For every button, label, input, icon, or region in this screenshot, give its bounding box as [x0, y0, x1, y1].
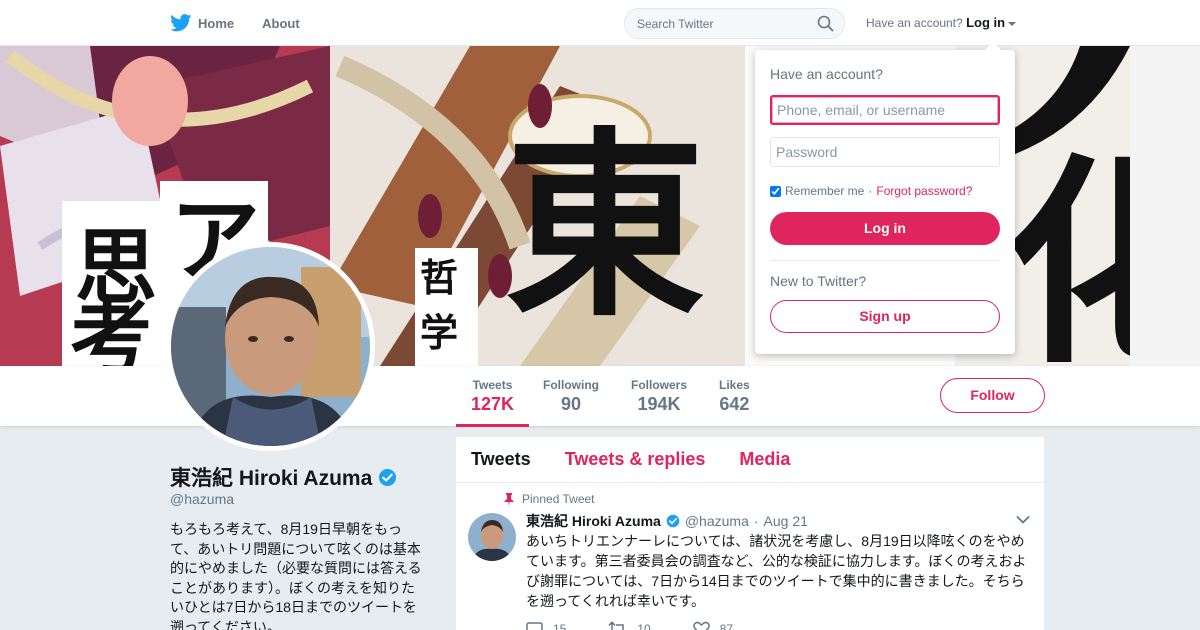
stat-value: 127K: [471, 394, 515, 414]
remember-separator: ·: [868, 184, 873, 198]
profile-avatar[interactable]: [166, 242, 375, 451]
nav-home-label: Home: [198, 15, 235, 31]
tab-media[interactable]: Media: [739, 449, 790, 470]
profile-handle[interactable]: @hazuma: [170, 491, 234, 507]
tab-tweets-replies[interactable]: Tweets & replies: [565, 449, 706, 470]
reply-button[interactable]: 15: [526, 621, 566, 630]
tweet-date[interactable]: Aug 21: [764, 513, 808, 529]
twitter-bird-icon: [170, 14, 192, 32]
banner-char-azuma: 東: [505, 111, 705, 344]
nav-links: Home About: [170, 0, 300, 46]
tweet-separator: ·: [753, 513, 759, 529]
top-navigation-bar: Home About Search Twitter Have an accoun…: [0, 0, 1200, 46]
follow-button[interactable]: Follow: [940, 378, 1045, 413]
stat-value: 194K: [637, 394, 681, 414]
pin-icon: [504, 492, 514, 506]
nav-about-link[interactable]: About: [262, 16, 300, 31]
forgot-password-link[interactable]: Forgot password?: [876, 184, 972, 198]
profile-name-text: 東浩紀 Hiroki Azuma: [170, 467, 373, 490]
like-button[interactable]: 87: [692, 621, 734, 630]
login-dropdown: Have an account? Remember me · Forgot pa…: [755, 42, 1015, 354]
stat-value: 90: [560, 394, 582, 414]
tweet-text: あいちトリエンナーレについては、諸状況を考慮し、8月19日以降呟くのをやめていま…: [526, 533, 1027, 609]
tweet-header: 東浩紀 Hiroki Azuma @hazuma · Aug 21: [526, 511, 1036, 531]
search-box[interactable]: Search Twitter: [624, 8, 845, 39]
heart-icon: [692, 621, 710, 630]
retweet-icon: [608, 621, 625, 630]
tweet-avatar[interactable]: [468, 513, 516, 561]
tweet-author-name[interactable]: 東浩紀 Hiroki Azuma: [526, 511, 661, 531]
retweet-count: 10: [637, 621, 651, 630]
verified-badge-icon: [666, 514, 680, 528]
timeline: Tweets Tweets & replies Media Pinned Twe…: [456, 437, 1044, 630]
profile-name: 東浩紀 Hiroki Azuma: [170, 462, 397, 492]
pinned-tweet-label: Pinned Tweet: [522, 492, 595, 506]
remember-me-checkbox[interactable]: [770, 185, 781, 197]
stat-tweets[interactable]: Tweets 127K: [455, 378, 530, 427]
stat-label: Following: [543, 378, 599, 392]
username-field[interactable]: [770, 95, 1000, 125]
stat-label: Likes: [719, 378, 750, 392]
verified-badge-icon: [379, 468, 397, 486]
timeline-tabs: Tweets Tweets & replies Media: [456, 437, 1044, 483]
banner-char-gaku: 学: [420, 311, 458, 355]
remember-me-row: Remember me · Forgot password?: [770, 184, 972, 198]
account-prompt-text: Have an account?: [866, 16, 963, 30]
stat-likes[interactable]: Likes 642: [719, 378, 750, 415]
retweet-button[interactable]: 10: [608, 621, 651, 630]
nav-about-label: About: [262, 15, 300, 31]
search-icon[interactable]: [817, 15, 834, 32]
stat-following[interactable]: Following 90: [543, 378, 599, 415]
like-count: 87: [719, 621, 734, 630]
avatar-photo: [171, 247, 370, 446]
reply-count: 15: [553, 621, 567, 630]
stat-label: Followers: [631, 378, 688, 392]
login-menu-toggle[interactable]: Log in: [966, 15, 1005, 30]
tab-tweets[interactable]: Tweets: [471, 449, 531, 470]
chevron-down-icon[interactable]: [1008, 21, 1017, 26]
reply-icon: [526, 622, 543, 630]
search-input[interactable]: Search Twitter: [637, 17, 817, 31]
stat-label: Tweets: [472, 378, 513, 392]
password-field[interactable]: [770, 137, 1000, 167]
chevron-down-icon[interactable]: [1016, 515, 1030, 525]
dropdown-title: Have an account?: [770, 66, 883, 82]
stat-followers[interactable]: Followers 194K: [631, 378, 687, 415]
pinned-tweet-header: Pinned Tweet: [504, 492, 595, 506]
account-prompt: Have an account? Log in: [866, 15, 1017, 30]
login-button[interactable]: Log in: [770, 212, 1000, 245]
profile-bio: もろもろ考えて、8月19日早朝をもって、あいトリ問題について呟くのは基本的にやめ…: [170, 521, 422, 630]
remember-me-label[interactable]: Remember me: [785, 184, 864, 198]
banner-char-ko: 考: [70, 291, 152, 366]
nav-home-link[interactable]: Home: [170, 14, 234, 32]
banner-char-tetsu: 哲: [420, 256, 458, 300]
dropdown-divider: [770, 260, 1000, 261]
tweet-author-handle[interactable]: @hazuma: [685, 513, 749, 529]
stat-value: 642: [719, 394, 750, 414]
new-to-twitter-text: New to Twitter?: [770, 273, 867, 289]
signup-button[interactable]: Sign up: [770, 300, 1000, 333]
tweet-actions: 15 10 87: [526, 621, 733, 630]
